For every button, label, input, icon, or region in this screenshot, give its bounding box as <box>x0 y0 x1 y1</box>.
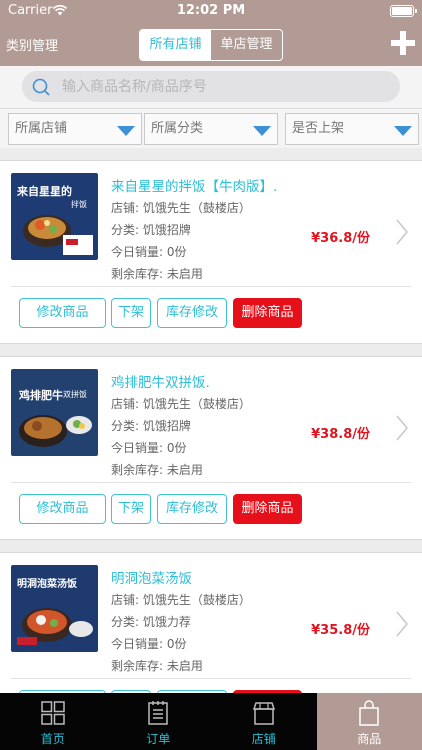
product-store: 店铺: 饥饿先生（鼓楼店） <box>111 201 251 215</box>
segment-all-stores[interactable]: 所有店铺 <box>140 30 211 60</box>
order-list-icon <box>148 701 168 725</box>
filter-store-label: 所属店铺 <box>15 121 68 136</box>
chevron-right-icon[interactable] <box>396 415 408 441</box>
filter-category-label: 所属分类 <box>151 121 204 136</box>
chevron-right-icon[interactable] <box>396 611 408 637</box>
search-input[interactable] <box>62 71 392 102</box>
product-store: 店铺: 饥饿先生（鼓楼店） <box>111 397 251 411</box>
product-card: 鸡排肥牛 双拼饭 鸡排肥牛双拼饭. 店铺: 饥饿先生（鼓楼店） 分类: 饥饿招牌… <box>0 356 422 540</box>
product-name[interactable]: 来自星星的拌饭【牛肉版】. <box>111 175 277 195</box>
divider <box>11 482 411 483</box>
tab-store-label: 店铺 <box>251 732 276 746</box>
delete-product-button[interactable]: 删除商品 <box>233 494 302 524</box>
product-thumbnail: 明洞泡菜汤饭 <box>11 565 98 652</box>
chevron-right-icon[interactable] <box>396 219 408 245</box>
thumb-title: 来自星星的 <box>16 184 72 198</box>
off-shelf-button[interactable]: 下架 <box>111 494 151 524</box>
product-name[interactable]: 鸡排肥牛双拼饭. <box>111 371 210 391</box>
tab-bar: 首页 订单 店铺 商品 <box>0 693 422 750</box>
product-name[interactable]: 明洞泡菜汤饭 <box>111 567 192 587</box>
stock-edit-button[interactable]: 库存修改 <box>157 298 227 328</box>
dropdown-triangle-icon <box>253 126 271 136</box>
filter-on-shelf-label: 是否上架 <box>292 121 345 136</box>
thumb-subtitle: 拌饭 <box>71 199 87 209</box>
product-store: 店铺: 饥饿先生（鼓楼店） <box>111 593 251 607</box>
product-thumbnail: 鸡排肥牛 双拼饭 <box>11 369 98 456</box>
product-category: 分类: 饥饿招牌 <box>111 419 191 433</box>
thumb-title: 明洞泡菜汤饭 <box>17 577 77 590</box>
store-segmented-control: 所有店铺 单店管理 <box>139 29 283 61</box>
edit-product-button[interactable]: 修改商品 <box>19 494 106 524</box>
product-price: ¥36.8/份 <box>311 231 370 246</box>
product-today-sales: 今日销量: 0份 <box>111 441 187 455</box>
tab-products[interactable]: 商品 <box>316 693 422 750</box>
filter-category-dropdown[interactable]: 所属分类 <box>144 113 278 145</box>
product-stock: 剩余库存: 未启用 <box>111 267 203 281</box>
tab-home-label: 首页 <box>40 732 65 746</box>
dropdown-triangle-icon <box>394 126 412 136</box>
tab-home[interactable]: 首页 <box>0 693 106 750</box>
search-icon <box>32 78 50 96</box>
product-stock: 剩余库存: 未启用 <box>111 659 203 673</box>
product-stock: 剩余库存: 未启用 <box>111 463 203 477</box>
tab-store[interactable]: 店铺 <box>211 693 317 750</box>
product-today-sales: 今日销量: 0份 <box>111 245 187 259</box>
product-category: 分类: 饥饿招牌 <box>111 223 191 237</box>
thumb-subtitle: 双拼饭 <box>63 389 87 399</box>
dropdown-triangle-icon <box>117 126 135 136</box>
delete-product-button[interactable]: 删除商品 <box>233 298 302 328</box>
battery-icon <box>390 5 417 17</box>
segment-single-store[interactable]: 单店管理 <box>211 30 282 60</box>
plus-icon[interactable] <box>391 31 415 55</box>
tab-orders[interactable]: 订单 <box>106 693 212 750</box>
stock-edit-button[interactable]: 库存修改 <box>157 494 227 524</box>
divider <box>11 678 411 679</box>
navigation-bar: Carrier 12:02 PM 类别管理 所有店铺 单店管理 <box>0 0 422 66</box>
tab-products-label: 商品 <box>357 732 382 746</box>
category-management-button[interactable]: 类别管理 <box>6 35 58 54</box>
product-category: 分类: 饥饿力荐 <box>111 615 191 629</box>
grid-icon <box>41 701 65 725</box>
filter-store-dropdown[interactable]: 所属店铺 <box>8 113 142 145</box>
status-bar: Carrier 12:02 PM <box>0 0 422 22</box>
product-price: ¥35.8/份 <box>311 623 370 638</box>
search-area <box>0 66 422 108</box>
filter-bar: 所属店铺 所属分类 是否上架 <box>0 108 422 148</box>
search-bar <box>22 71 400 102</box>
product-today-sales: 今日销量: 0份 <box>111 637 187 651</box>
filter-on-shelf-dropdown[interactable]: 是否上架 <box>285 113 419 145</box>
thumb-title: 鸡排肥牛 <box>18 388 63 402</box>
shopping-bag-icon <box>359 700 379 726</box>
edit-product-button[interactable]: 修改商品 <box>19 298 106 328</box>
store-icon <box>252 702 275 725</box>
product-thumbnail: 来自星星的 拌饭 <box>11 173 98 260</box>
divider <box>11 286 411 287</box>
clock: 12:02 PM <box>176 3 246 18</box>
product-price: ¥38.8/份 <box>311 427 370 442</box>
product-card: 来自星星的 拌饭 来自星星的拌饭【牛肉版】. 店铺: 饥饿先生（鼓楼店） 分类:… <box>0 160 422 344</box>
off-shelf-button[interactable]: 下架 <box>111 298 151 328</box>
tab-orders-label: 订单 <box>146 732 171 746</box>
